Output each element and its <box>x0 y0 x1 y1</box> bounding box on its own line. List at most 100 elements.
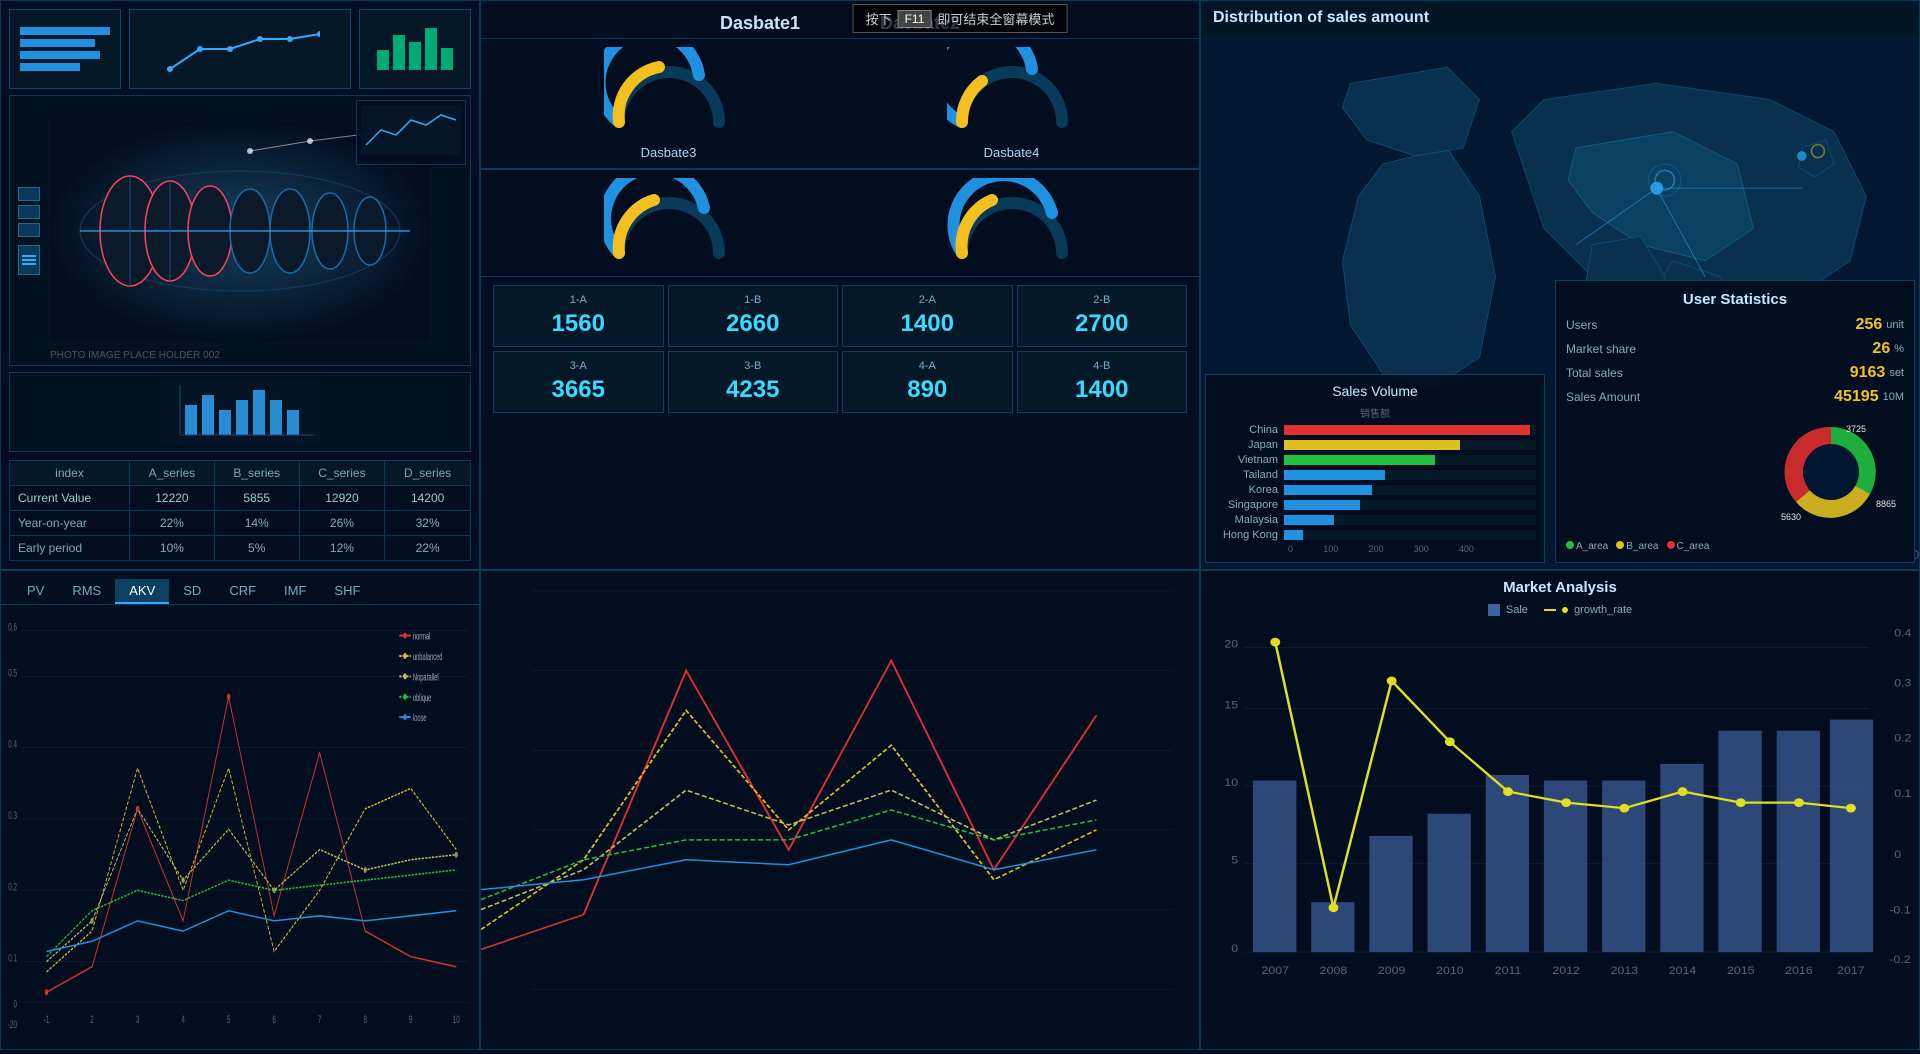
chart-tab-sd[interactable]: SD <box>169 579 215 604</box>
gauge-2-svg <box>947 47 1077 137</box>
sv-bar-bg <box>1284 530 1536 540</box>
machinery-bottom-chart <box>9 372 471 452</box>
svg-text:2008: 2008 <box>1320 965 1348 977</box>
svg-text:2007: 2007 <box>1262 965 1290 977</box>
table-row: Early period10%5%12%22% <box>10 536 471 561</box>
svg-text:8: 8 <box>363 1013 366 1025</box>
svg-text:20: 20 <box>1224 638 1238 650</box>
metric-cell: 3-A3665 <box>493 351 664 413</box>
metric-label: 2-A <box>851 294 1004 306</box>
data-table: index A_series B_series C_series D_serie… <box>9 460 471 561</box>
svg-text:-20: -20 <box>8 1018 17 1030</box>
us-row-total-sales: Total sales9163set <box>1566 364 1904 382</box>
gauge-4 <box>942 178 1082 268</box>
sv-bar-bg <box>1284 485 1536 495</box>
svg-text:normal: normal <box>413 631 431 642</box>
us-row-unit: set <box>1889 367 1904 379</box>
table-row: Current Value1222058551292014200 <box>10 486 471 511</box>
sv-bar-bg <box>1284 500 1536 510</box>
chart-tab-shf[interactable]: SHF <box>320 579 374 604</box>
svg-text:0: 0 <box>1894 849 1901 861</box>
market-title: Market Analysis <box>1201 571 1919 604</box>
us-row-value: 45195 <box>1834 388 1879 406</box>
col-a: A_series <box>130 461 215 486</box>
us-row-label: Market share <box>1566 342 1872 356</box>
metric-cell: 2-B2700 <box>1017 285 1188 347</box>
svg-text:0.3: 0.3 <box>8 809 17 821</box>
svg-text:oblique: oblique <box>413 692 432 703</box>
svg-text:0.4: 0.4 <box>8 738 17 750</box>
bottom-mid-chart <box>481 571 1199 1049</box>
us-row-value: 256 <box>1856 316 1883 334</box>
svg-text:-0.2: -0.2 <box>1889 954 1910 966</box>
chart-tab-rms[interactable]: RMS <box>58 579 115 604</box>
sales-volume-panel: Sales Volume 销售额 ChinaJapanVietnamTailan… <box>1205 374 1545 563</box>
chart-tab-pv[interactable]: PV <box>13 579 58 604</box>
top-line-chart-icon <box>160 19 320 79</box>
metric-value: 1560 <box>502 310 655 338</box>
sv-row-malaysia: Malaysia <box>1214 514 1536 526</box>
svg-text:2012: 2012 <box>1552 965 1580 977</box>
metric-label: 2-B <box>1026 294 1179 306</box>
svg-text:Noparallel: Noparallel <box>413 672 439 683</box>
ctrl-btn-3[interactable] <box>18 223 40 237</box>
sv-country-label: China <box>1214 424 1284 436</box>
photo-placeholder-label: PHOTO IMAGE PLACE HOLDER 002 <box>50 350 220 361</box>
sv-bar <box>1284 470 1385 480</box>
svg-text:2: 2 <box>90 1013 93 1025</box>
notification-prefix: 按下 <box>866 9 892 28</box>
gauge-2 <box>942 47 1082 137</box>
svg-text:2009: 2009 <box>1378 965 1406 977</box>
svg-text:0.6: 0.6 <box>8 621 17 633</box>
side-controls <box>18 187 40 275</box>
sv-bar <box>1284 515 1334 525</box>
ctrl-btn-1[interactable] <box>18 187 40 201</box>
legend-growth-label: growth_rate <box>1574 604 1632 616</box>
sv-bar <box>1284 500 1360 510</box>
market-chart-svg: 20 15 10 5 0 0.4 0.3 0.2 0.1 0 -0.1 -0.2 <box>1201 620 1919 1041</box>
ctrl-btn-2[interactable] <box>18 205 40 219</box>
mini-panel-2 <box>129 9 351 89</box>
market-panel: Market Analysis Sale growth_rate 20 15 1… <box>1200 570 1920 1050</box>
sv-row-hong kong: Hong Kong <box>1214 529 1536 541</box>
metric-value: 4235 <box>677 376 830 404</box>
dasbate4-label: Dasbate4 <box>984 145 1040 160</box>
us-row-market-share: Market share26% <box>1566 340 1904 358</box>
gauge-4-svg <box>947 178 1077 268</box>
metric-label: 3-A <box>502 360 655 372</box>
svg-text:2011: 2011 <box>1495 965 1522 977</box>
chart-tab-imf[interactable]: IMF <box>270 579 320 604</box>
sv-bar-bg <box>1284 455 1536 465</box>
legend-sale-icon <box>1488 604 1500 616</box>
sv-country-label: Tailand <box>1214 469 1284 481</box>
line-chart-svg: 0.6 0.5 0.4 0.3 0.2 0.1 0 -20 -1 2 3 <box>1 605 479 1033</box>
us-row-sales-amount: Sales Amount4519510M <box>1566 388 1904 406</box>
metric-cell: 3-B4235 <box>668 351 839 413</box>
mini-panel-1 <box>9 9 121 89</box>
us-row-label: Sales Amount <box>1566 390 1834 404</box>
gauges-header: Dasbate1 Dasbate2 <box>481 1 1199 38</box>
sv-bar-bg <box>1284 440 1536 450</box>
sv-row-singapore: Singapore <box>1214 499 1536 511</box>
metric-label: 1-A <box>502 294 655 306</box>
metric-cell: 4-B1400 <box>1017 351 1188 413</box>
notification-bar: 按下 F11 即可结束全窗幕模式 <box>853 4 1068 33</box>
us-legend: A_area B_area C_area <box>1566 541 1904 552</box>
donut-chart-area: 3725 8865 5630 <box>1566 412 1904 537</box>
sv-row-tailand: Tailand <box>1214 469 1536 481</box>
svg-text:unbalanced: unbalanced <box>413 651 443 662</box>
mini-panel-3 <box>359 9 471 89</box>
metrics-grid: 1-A15601-B26602-A14002-B27003-A36653-B42… <box>481 276 1199 421</box>
sv-country-label: Hong Kong <box>1214 529 1284 541</box>
machinery-image: PHOTO IMAGE PLACE HOLDER 002 <box>9 95 471 366</box>
col-d: D_series <box>385 461 471 486</box>
chart-tab-crf[interactable]: CRF <box>215 579 270 604</box>
chart-tab-akv[interactable]: AKV <box>115 579 169 604</box>
market-legend: Sale growth_rate <box>1201 604 1919 616</box>
svg-text:0.2: 0.2 <box>1894 732 1911 744</box>
svg-text:0: 0 <box>1231 943 1238 955</box>
svg-text:10: 10 <box>453 1013 460 1025</box>
svg-text:3: 3 <box>136 1013 139 1025</box>
svg-text:2015: 2015 <box>1727 965 1755 977</box>
us-row-label: Users <box>1566 318 1856 332</box>
